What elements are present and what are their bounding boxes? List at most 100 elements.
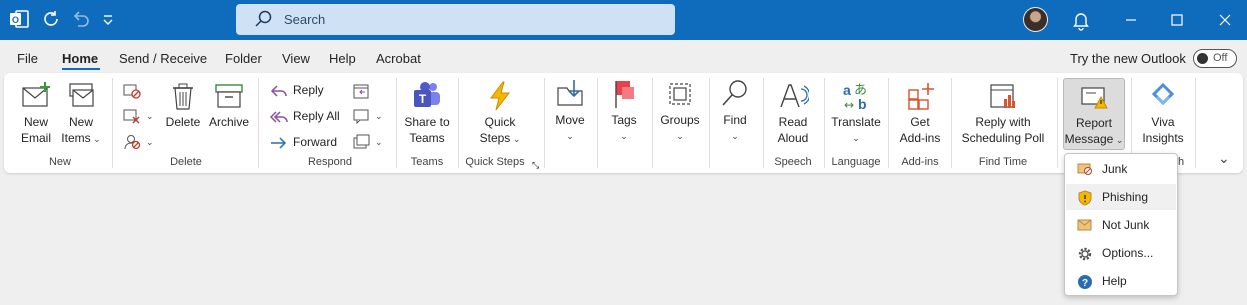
report-message-icon	[1081, 87, 1108, 109]
chevron-down-icon: ⌄	[375, 111, 383, 121]
new-items-button[interactable]: New Items ⌄	[58, 80, 104, 147]
chevron-down-icon: ⌄	[676, 131, 684, 141]
ignore-button[interactable]	[123, 82, 146, 99]
bell-icon[interactable]	[1070, 9, 1092, 31]
chat-icon	[353, 109, 369, 125]
reply-label: Reply	[293, 83, 324, 97]
chevron-down-icon: ⌄	[510, 134, 521, 144]
new-email-button[interactable]: New Email	[14, 80, 58, 146]
find-label: Find	[723, 113, 747, 127]
tab-file[interactable]: File	[17, 51, 38, 66]
junk-button[interactable]: ⌄	[123, 133, 154, 150]
delete-button[interactable]: Delete	[163, 80, 203, 130]
find-button[interactable]: Find ⌄	[715, 78, 755, 144]
reply-scheduling-poll-button[interactable]: Reply with Scheduling Poll	[956, 80, 1050, 146]
shield-warning-icon	[1078, 190, 1092, 206]
customize-qat-icon[interactable]	[100, 8, 116, 37]
archive-label: Archive	[208, 115, 249, 129]
divider	[258, 78, 259, 168]
share-to-teams-button[interactable]: T Share to Teams	[402, 80, 452, 146]
quick-steps-launcher-icon[interactable]: ⤡	[532, 157, 539, 173]
tags-button[interactable]: Tags ⌄	[604, 78, 644, 144]
divider	[1195, 78, 1196, 168]
chevron-down-icon: ⌄	[90, 134, 101, 144]
divider	[824, 78, 825, 168]
minimize-icon[interactable]	[1120, 9, 1142, 31]
avatar[interactable]	[1023, 7, 1048, 32]
quick-steps-label-2: Steps	[479, 131, 511, 145]
read-aloud-icon	[780, 84, 809, 108]
translate-icon: a あ↔ b	[843, 82, 867, 112]
collapse-ribbon-chevron-icon[interactable]: ⌄	[1218, 150, 1230, 166]
viva-label-2: Insights	[1142, 131, 1184, 145]
viva-insights-icon	[1151, 82, 1175, 106]
move-button[interactable]: Move ⌄	[550, 78, 590, 144]
groups-button[interactable]: Groups ⌄	[658, 78, 702, 144]
junk-icon	[1077, 163, 1092, 175]
viva-label-1: Viva	[1151, 115, 1175, 129]
im-reply-button[interactable]: ⌄	[352, 107, 383, 125]
reply-poll-label-1: Reply with	[975, 115, 1031, 129]
divider	[951, 78, 952, 168]
menu-item-label: Options...	[1102, 246, 1154, 260]
reply-icon	[270, 85, 287, 97]
tab-view[interactable]: View	[282, 51, 310, 66]
viva-insights-button[interactable]: Viva Insights	[1138, 80, 1188, 146]
forward-icon	[271, 137, 287, 149]
meeting-reply-button[interactable]	[352, 82, 375, 99]
menu-item-options[interactable]: Options...	[1066, 240, 1176, 266]
close-icon[interactable]	[1214, 9, 1236, 31]
sync-icon[interactable]	[40, 8, 62, 37]
reply-all-icon	[269, 111, 288, 123]
menu-item-phishing[interactable]: Phishing	[1066, 184, 1176, 210]
divider	[458, 78, 459, 168]
svg-text:T: T	[419, 92, 427, 106]
forward-button[interactable]: Forward	[270, 134, 337, 151]
translate-button[interactable]: a あ ↔ b Translate ⌄	[828, 80, 884, 146]
try-new-outlook-label: Try the new Outlook	[1070, 51, 1186, 66]
divider	[709, 78, 710, 168]
new-email-label-2: Email	[20, 131, 51, 145]
quick-steps-button[interactable]: Quick Steps ⌄	[474, 80, 526, 147]
flag-icon	[615, 81, 634, 108]
tab-help[interactable]: Help	[329, 51, 356, 66]
report-message-button[interactable]: Report Message ⌄	[1063, 78, 1125, 150]
tab-home[interactable]: Home	[62, 51, 98, 66]
report-message-label-1: Report	[1075, 116, 1113, 130]
divider	[652, 78, 653, 168]
new-email-icon	[22, 82, 50, 107]
toggle-state-label: Off	[1213, 52, 1228, 64]
reply-poll-label-2: Scheduling Poll	[961, 131, 1045, 145]
magnifier-icon	[722, 80, 747, 106]
quick-steps-label-1: Quick	[484, 115, 516, 129]
clean-up-button[interactable]: ⌄	[123, 107, 154, 124]
more-respond-icon	[353, 134, 370, 149]
more-respond-button[interactable]: ⌄	[352, 133, 383, 150]
menu-item-junk[interactable]: Junk	[1066, 156, 1176, 182]
move-label: Move	[555, 113, 585, 127]
svg-text:?: ?	[1082, 278, 1088, 289]
tab-folder[interactable]: Folder	[225, 51, 262, 66]
menu-item-help[interactable]: ? Help	[1066, 268, 1176, 294]
svg-text:a: a	[843, 82, 851, 98]
tab-acrobat[interactable]: Acrobat	[376, 51, 421, 66]
group-label-find-time: Find Time	[978, 156, 1028, 168]
tab-send-receive[interactable]: Send / Receive	[119, 51, 207, 66]
group-label-new: New	[48, 156, 71, 168]
search-box[interactable]: Search	[236, 4, 675, 35]
reply-all-button[interactable]: Reply All	[269, 108, 340, 125]
junk-person-icon	[124, 134, 141, 149]
maximize-icon[interactable]	[1166, 9, 1188, 31]
reply-button[interactable]: Reply	[270, 82, 324, 99]
undo-icon[interactable]	[70, 8, 92, 37]
archive-button[interactable]: Archive	[206, 80, 252, 130]
read-aloud-button[interactable]: Read Aloud	[771, 80, 815, 146]
new-outlook-toggle[interactable]: Off	[1193, 49, 1237, 68]
chevron-down-icon: ⌄	[375, 137, 383, 147]
get-addins-button[interactable]: Get Add-ins	[895, 80, 945, 146]
new-items-label-2: Items	[61, 131, 91, 145]
addins-icon	[908, 83, 934, 110]
divider	[544, 78, 545, 168]
menu-item-not-junk[interactable]: Not Junk	[1066, 212, 1176, 238]
svg-text:O: O	[12, 15, 19, 25]
